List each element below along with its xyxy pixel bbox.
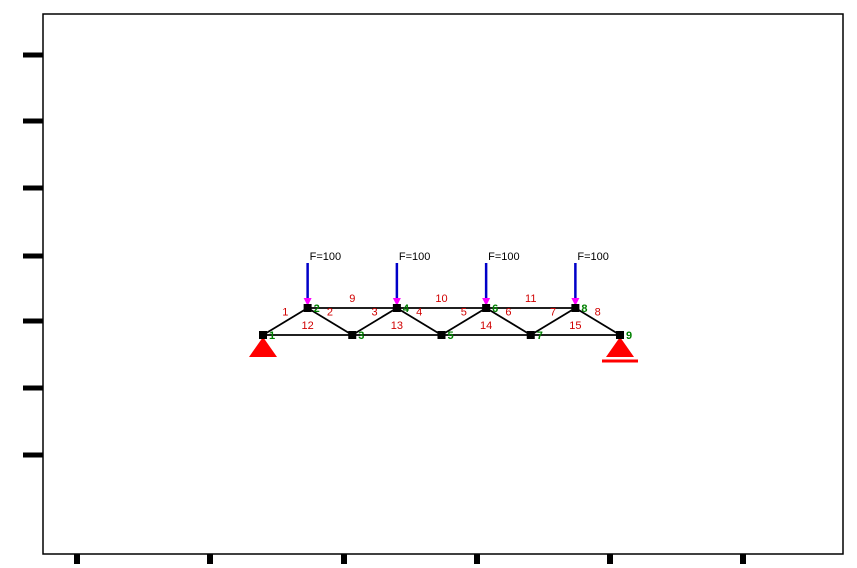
- node-9: [616, 331, 624, 339]
- member-label-4: 4: [416, 307, 422, 319]
- node-label-8: 8: [581, 303, 587, 315]
- node-label-3: 3: [358, 330, 364, 342]
- node-label-2: 2: [314, 303, 320, 315]
- node-5: [438, 331, 446, 339]
- node-label-9: 9: [626, 330, 632, 342]
- y-axis: [23, 55, 43, 455]
- node-label-1: 1: [269, 330, 275, 342]
- node-label-6: 6: [492, 303, 498, 315]
- plot-frame: [43, 14, 843, 554]
- member-label-3: 3: [372, 307, 378, 319]
- member-label-7: 7: [550, 307, 556, 319]
- node-4: [393, 304, 401, 312]
- node-3: [348, 331, 356, 339]
- node-label-5: 5: [448, 330, 454, 342]
- force-label-node-6: F=100: [488, 251, 520, 263]
- member-label-13: 13: [391, 320, 403, 332]
- member-label-10: 10: [435, 293, 447, 305]
- member-label-9: 9: [349, 293, 355, 305]
- member-label-15: 15: [569, 320, 581, 332]
- x-axis: [77, 554, 743, 564]
- node-7: [527, 331, 535, 339]
- force-label-node-2: F=100: [310, 251, 342, 263]
- node-label-4: 4: [403, 303, 410, 315]
- member-label-14: 14: [480, 320, 492, 332]
- member-label-11: 11: [525, 293, 536, 305]
- member-label-12: 12: [302, 320, 314, 332]
- node-1: [259, 331, 267, 339]
- node-8: [571, 304, 579, 312]
- member-label-2: 2: [327, 307, 333, 319]
- node-label-7: 7: [537, 330, 543, 342]
- member-label-6: 6: [505, 307, 511, 319]
- force-label-node-4: F=100: [399, 251, 431, 263]
- member-label-1: 1: [282, 307, 288, 319]
- member-label-5: 5: [461, 307, 467, 319]
- member-label-8: 8: [595, 307, 601, 319]
- node-6: [482, 304, 490, 312]
- force-label-node-8: F=100: [577, 251, 609, 263]
- node-2: [304, 304, 312, 312]
